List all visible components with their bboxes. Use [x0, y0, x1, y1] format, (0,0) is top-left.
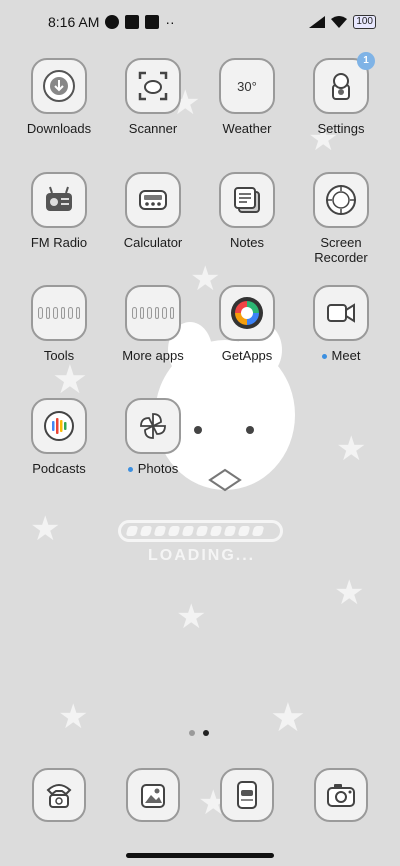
app-screen-recorder[interactable]: Screen Recorder [294, 172, 388, 265]
star-decoration: ★ [52, 358, 88, 402]
dock-phone[interactable] [12, 768, 106, 822]
app-settings[interactable]: 1 Settings [294, 52, 388, 136]
app-label: Tools [43, 348, 75, 363]
page-dot-active[interactable] [203, 730, 209, 736]
navigation-handle[interactable] [126, 853, 274, 858]
status-bar: 8:16 AM ·· 100 [0, 0, 400, 44]
app-label: Scanner [128, 121, 178, 136]
status-time: 8:16 AM [48, 14, 100, 30]
notification-square-icon [125, 15, 140, 29]
more-notifications-icon: ·· [165, 14, 175, 30]
notification-badge: 1 [357, 52, 375, 70]
app-label: FM Radio [30, 235, 88, 250]
folder-icon [31, 285, 87, 341]
app-notes[interactable]: Notes [200, 172, 294, 250]
scanner-icon [125, 58, 181, 114]
pinwheel-icon [125, 398, 181, 454]
radio-icon [31, 172, 87, 228]
star-decoration: ★ [334, 574, 365, 612]
app-label: Photos [106, 461, 200, 476]
video-camera-icon [313, 285, 369, 341]
app-meet[interactable]: Meet [294, 285, 388, 363]
app-label: Weather [222, 121, 272, 136]
star-decoration: ★ [176, 598, 207, 636]
star-decoration: ★ [30, 510, 61, 548]
app-label: Downloads [26, 121, 92, 136]
folder-more-apps[interactable]: More apps [106, 285, 200, 363]
screen-recorder-icon [313, 172, 369, 228]
app-fm-radio[interactable]: FM Radio [12, 172, 106, 250]
gallery-icon [126, 768, 180, 822]
app-label: Notes [230, 235, 264, 250]
calculator-icon [125, 172, 181, 228]
app-podcasts[interactable]: Podcasts [12, 398, 106, 476]
star-decoration: ★ [270, 696, 306, 740]
phone-device-icon [220, 768, 274, 822]
notification-upload-icon [145, 15, 160, 29]
app-label: More apps [122, 348, 184, 363]
dock-camera[interactable] [294, 768, 388, 822]
app-calculator[interactable]: Calculator [106, 172, 200, 250]
settings-icon: 1 [313, 52, 375, 114]
loading-bar [118, 520, 283, 542]
page-indicator[interactable] [189, 730, 209, 736]
notification-app-icon [105, 15, 120, 29]
battery-indicator: 100 [353, 15, 376, 29]
downloads-icon [31, 58, 87, 114]
folder-icon [125, 285, 181, 341]
star-decoration: ★ [336, 430, 367, 468]
app-label: Meet [294, 348, 388, 363]
phone-icon [32, 768, 86, 822]
dock-messages[interactable] [200, 768, 294, 822]
loading-text: LOADING... [148, 547, 256, 564]
dock-gallery[interactable] [106, 768, 200, 822]
app-photos[interactable]: Photos [106, 398, 200, 476]
app-weather[interactable]: 30° Weather [200, 58, 294, 136]
wifi-icon [331, 16, 348, 28]
app-label: Podcasts [32, 461, 86, 476]
app-label: Screen Recorder [314, 235, 368, 265]
new-app-dot [321, 354, 327, 360]
app-label: Settings [317, 121, 365, 136]
camera-icon [314, 768, 368, 822]
star-decoration: ★ [58, 698, 89, 736]
app-scanner[interactable]: Scanner [106, 58, 200, 136]
getapps-icon [219, 285, 275, 341]
podcasts-icon [31, 398, 87, 454]
notes-icon [219, 172, 275, 228]
app-downloads[interactable]: Downloads [12, 58, 106, 136]
page-dot[interactable] [189, 730, 195, 736]
app-label: GetApps [221, 348, 273, 363]
weather-icon: 30° [219, 58, 275, 114]
weather-temperature: 30° [237, 78, 257, 94]
signal-icon [309, 16, 326, 28]
new-app-dot [127, 467, 133, 473]
app-getapps[interactable]: GetApps [200, 285, 294, 363]
app-label: Calculator [123, 235, 183, 250]
folder-tools[interactable]: Tools [12, 285, 106, 363]
